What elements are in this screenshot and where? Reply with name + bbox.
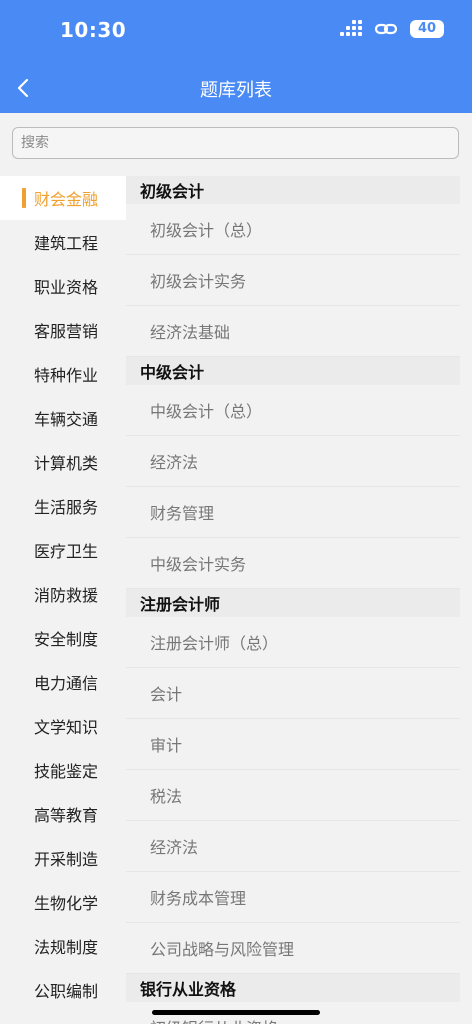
sidebar-item[interactable]: 电力通信 (0, 660, 126, 704)
section-header: 初级会计 (126, 176, 460, 204)
sidebar-item[interactable]: 开采制造 (0, 836, 126, 880)
link-icon (374, 23, 398, 35)
list-item[interactable]: 经济法基础 (126, 306, 460, 357)
page-title: 题库列表 (200, 80, 272, 101)
sidebar-item[interactable]: 计算机类 (0, 440, 126, 484)
header-bar: 10:30 40 题库列表 (0, 0, 472, 113)
sidebar-item[interactable]: 财会金融 (0, 176, 126, 220)
sidebar-item[interactable]: 公职编制 (0, 968, 126, 1012)
list-item[interactable]: 初级会计实务 (126, 255, 460, 306)
list-item[interactable]: 中级会计实务 (126, 538, 460, 589)
list-item[interactable]: 税法 (126, 770, 460, 821)
sidebar-item[interactable]: 建筑工程 (0, 220, 126, 264)
battery-icon: 40 (410, 20, 444, 38)
list-item[interactable]: 财务管理 (126, 487, 460, 538)
list-item[interactable]: 经济法 (126, 821, 460, 872)
sidebar-item[interactable]: 医疗卫生 (0, 528, 126, 572)
status-icons: 40 (340, 20, 444, 38)
list-item[interactable]: 注册会计师（总） (126, 617, 460, 668)
sidebar-item[interactable]: 安全制度 (0, 616, 126, 660)
list-item[interactable]: 经济法 (126, 436, 460, 487)
section-header: 注册会计师 (126, 589, 460, 617)
home-indicator (152, 1010, 320, 1015)
sidebar-item[interactable]: 高等教育 (0, 792, 126, 836)
sidebar-item[interactable]: 车辆交通 (0, 396, 126, 440)
list-item[interactable]: 公司战略与风险管理 (126, 923, 460, 974)
sidebar-item[interactable]: 特种作业 (0, 352, 126, 396)
sidebar-item[interactable]: 客服营销 (0, 308, 126, 352)
sidebar-item[interactable]: 文学知识 (0, 704, 126, 748)
status-time: 10:30 (60, 18, 127, 42)
signal-icon (340, 20, 362, 38)
list-item[interactable]: 中级会计（总） (126, 385, 460, 436)
section-header: 中级会计 (126, 357, 460, 385)
search-bar (12, 127, 459, 159)
list-item[interactable]: 财务成本管理 (126, 872, 460, 923)
sidebar-item[interactable]: 技能鉴定 (0, 748, 126, 792)
list-item[interactable]: 会计 (126, 668, 460, 719)
sidebar-item[interactable]: 消防救援 (0, 572, 126, 616)
sidebar-item[interactable]: 职业资格 (0, 264, 126, 308)
category-sidebar: 财会金融 建筑工程 职业资格 客服营销 特种作业 车辆交通 计算机类 生活服务 医疗卫生 消防救援… (0, 176, 126, 1024)
list-item[interactable]: 审计 (126, 719, 460, 770)
search-input[interactable] (12, 127, 459, 159)
sidebar-item[interactable]: 生物化学 (0, 880, 126, 924)
section-header: 银行从业资格 (126, 974, 460, 1002)
list-item[interactable]: 初级会计（总） (126, 204, 460, 255)
sidebar-item[interactable]: 法规制度 (0, 924, 126, 968)
question-bank-list: 初级会计 初级会计（总） 初级会计实务 经济法基础 中级会计 中级会计（总） 经济法 财务管理… (126, 176, 460, 1024)
sidebar-item[interactable]: 生活服务 (0, 484, 126, 528)
